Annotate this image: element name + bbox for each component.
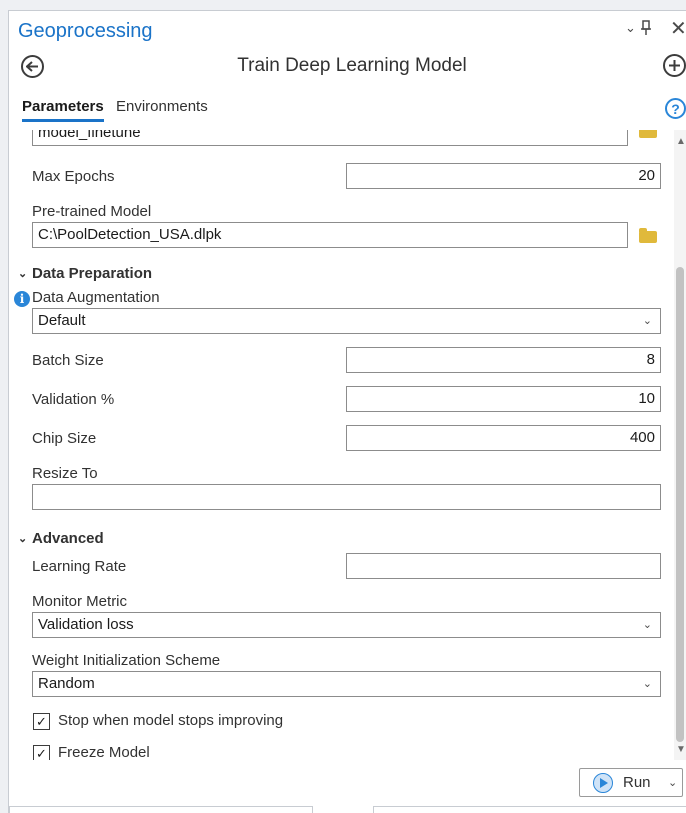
weight-init-value: Random: [38, 675, 95, 692]
collapse-chevron-icon[interactable]: ⌄: [18, 267, 27, 280]
play-icon: [593, 773, 613, 793]
freeze-model-label: Freeze Model: [58, 744, 150, 760]
active-tab-indicator: [22, 119, 104, 122]
validation-input[interactable]: 10: [346, 386, 661, 412]
monitor-metric-label: Monitor Metric: [32, 593, 128, 610]
collapse-chevron-icon[interactable]: ⌄: [18, 532, 27, 545]
chip-size-input[interactable]: 400: [346, 425, 661, 451]
tab-environments[interactable]: Environments: [116, 98, 208, 115]
resize-to-label: Resize To: [32, 465, 98, 482]
stop-improving-checkbox[interactable]: ✓: [33, 713, 50, 730]
learning-rate-input[interactable]: [346, 553, 661, 579]
folder-icon[interactable]: [639, 228, 657, 243]
folder-icon[interactable]: [639, 130, 657, 138]
pin-icon[interactable]: [640, 20, 652, 39]
add-icon[interactable]: [663, 54, 686, 77]
stop-improving-label: Stop when model stops improving: [58, 712, 284, 729]
pane-options-chevron-icon[interactable]: ⌄: [625, 20, 636, 36]
run-label: Run: [623, 774, 651, 791]
pretrained-model-input[interactable]: C:\PoolDetection_USA.dlpk: [32, 222, 628, 248]
scroll-up-icon[interactable]: ▲: [676, 136, 686, 147]
validation-label: Validation %: [32, 391, 115, 408]
weight-init-dropdown[interactable]: Random ⌄: [32, 671, 661, 697]
scrollbar[interactable]: ▲ ▼: [674, 130, 686, 760]
tool-title: Train Deep Learning Model: [237, 55, 467, 76]
monitor-metric-value: Validation loss: [38, 616, 134, 633]
max-epochs-input[interactable]: 20: [346, 163, 661, 189]
scroll-down-icon[interactable]: ▼: [676, 744, 686, 755]
pane-title: Geoprocessing: [18, 20, 153, 42]
close-icon[interactable]: ✕: [670, 16, 686, 41]
learning-rate-label: Learning Rate: [32, 558, 127, 575]
pretrained-model-label: Pre-trained Model: [32, 203, 152, 220]
data-augmentation-dropdown[interactable]: Default ⌄: [32, 308, 661, 334]
monitor-metric-dropdown[interactable]: Validation loss ⌄: [32, 612, 661, 638]
info-icon[interactable]: i: [14, 291, 30, 307]
chevron-down-icon: ⌄: [642, 315, 652, 327]
data-augmentation-label: Data Augmentation: [32, 289, 160, 306]
run-button[interactable]: Run ⌄: [579, 768, 683, 797]
parameters-panel: model_finetune Max Epochs 20 Pre-trained…: [9, 130, 686, 760]
section-advanced[interactable]: Advanced: [32, 530, 104, 547]
output-model-field[interactable]: model_finetune: [32, 130, 628, 146]
geoprocessing-pane: Geoprocessing ⌄ ✕ Train Deep Learning Mo…: [8, 10, 686, 813]
freeze-model-checkbox[interactable]: ✓: [33, 745, 50, 760]
batch-size-label: Batch Size: [32, 352, 104, 369]
chevron-down-icon: ⌄: [642, 678, 652, 690]
help-icon[interactable]: ?: [665, 98, 686, 119]
chevron-down-icon[interactable]: ⌄: [668, 776, 677, 789]
tab-parameters[interactable]: Parameters: [22, 98, 104, 115]
chip-size-label: Chip Size: [32, 430, 97, 447]
data-augmentation-value: Default: [38, 312, 86, 329]
batch-size-input[interactable]: 8: [346, 347, 661, 373]
section-data-preparation[interactable]: Data Preparation: [32, 265, 152, 282]
weight-init-label: Weight Initialization Scheme: [32, 652, 221, 669]
scrollbar-thumb[interactable]: [676, 267, 684, 742]
max-epochs-label: Max Epochs: [32, 168, 115, 185]
chevron-down-icon: ⌄: [642, 619, 652, 631]
resize-to-input[interactable]: [32, 484, 661, 510]
